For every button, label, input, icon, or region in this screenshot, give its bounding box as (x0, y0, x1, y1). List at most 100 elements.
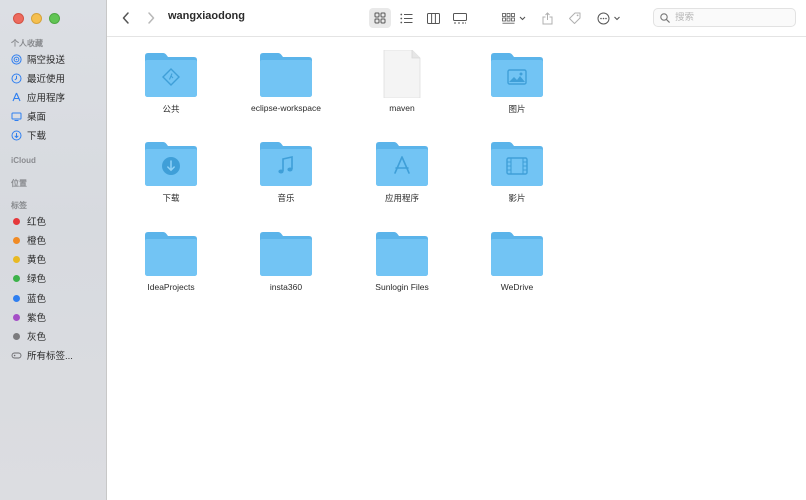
sidebar-tag-green[interactable]: 绿色 (11, 271, 46, 285)
forward-button[interactable] (144, 8, 158, 28)
search-field[interactable] (653, 8, 796, 27)
file-item-pictures[interactable]: 图片 (462, 50, 572, 115)
locations-header[interactable]: 位置 (11, 178, 27, 189)
tags-header[interactable]: 标签 (11, 200, 27, 211)
tag-button[interactable] (566, 8, 584, 28)
back-button[interactable] (119, 8, 133, 28)
file-name: 图片 (508, 104, 526, 114)
search-input[interactable] (675, 12, 785, 23)
sidebar-tag-yellow[interactable]: 黄色 (11, 252, 46, 266)
more-actions-button[interactable] (596, 8, 624, 28)
document-icon (374, 49, 430, 99)
file-name: maven (389, 103, 415, 113)
sidebar-item-label: 橙色 (27, 236, 47, 247)
sidebar-item-label: 隔空投送 (27, 55, 66, 66)
group-button[interactable] (501, 8, 529, 28)
zoom-window-button[interactable] (49, 13, 60, 24)
sidebar-item-airdrop[interactable]: 隔空投送 (11, 52, 65, 66)
folder-applications-icon (374, 139, 430, 187)
orange-tag-dot (13, 236, 20, 244)
file-item-downloads[interactable]: 下载 (116, 139, 226, 204)
sidebar-item-label: 应用程序 (27, 93, 66, 104)
search-icon (660, 12, 670, 23)
folder-icon (258, 50, 314, 98)
file-item-music[interactable]: 音乐 (231, 139, 341, 204)
file-name: WeDrive (500, 282, 534, 292)
sidebar-tag-gray[interactable]: 灰色 (11, 329, 46, 343)
airdrop-icon (11, 53, 22, 65)
share-button[interactable] (539, 8, 555, 28)
blue-tag-dot (13, 294, 20, 302)
sidebar-item-recents[interactable]: 最近使用 (11, 71, 65, 85)
file-item-applications[interactable]: 应用程序 (347, 139, 457, 204)
column-view-button[interactable] (423, 8, 443, 28)
sidebar: 个人收藏 隔空投送 最近使用 应用程序 桌面 下载 iCloud 位置 标签 红… (0, 0, 107, 500)
sidebar-item-label: 蓝色 (27, 294, 47, 305)
green-tag-dot (13, 274, 20, 282)
window-title: wangxiaodong (168, 10, 245, 22)
icon-view-button[interactable] (369, 8, 391, 28)
toolbar: wangxiaodong (107, 0, 806, 37)
file-item-ideaprojects[interactable]: IdeaProjects (116, 229, 226, 292)
folder-pictures-icon (489, 50, 545, 98)
finder-window: 个人收藏 隔空投送 最近使用 应用程序 桌面 下载 iCloud 位置 标签 红… (0, 0, 806, 500)
folder-download-icon (143, 139, 199, 187)
sidebar-item-label: 最近使用 (27, 74, 66, 85)
minimize-window-button[interactable] (31, 13, 42, 24)
sidebar-item-applications[interactable]: 应用程序 (11, 90, 65, 104)
folder-icon (143, 229, 199, 277)
all-tags-icon (11, 350, 22, 361)
folder-movies-icon (489, 139, 545, 187)
file-item-wedrive[interactable]: WeDrive (462, 229, 572, 292)
sidebar-item-label: 桌面 (27, 112, 47, 123)
sidebar-tag-blue[interactable]: 蓝色 (11, 291, 46, 305)
favorites-header: 个人收藏 (11, 39, 43, 48)
window-controls (13, 13, 60, 24)
close-window-button[interactable] (13, 13, 24, 24)
file-item-maven[interactable]: maven (347, 49, 457, 113)
icon-view-icon (374, 12, 386, 24)
sidebar-item-label: 红色 (27, 217, 47, 228)
list-view-button[interactable] (396, 8, 416, 28)
folder-music-icon (258, 139, 314, 187)
file-item-public[interactable]: 公共 (116, 50, 226, 115)
gray-tag-dot (13, 332, 20, 340)
yellow-tag-dot (13, 255, 20, 263)
list-view-icon (399, 13, 412, 23)
chevron-right-icon (148, 12, 155, 24)
icloud-header[interactable]: iCloud (11, 156, 36, 165)
file-name: 应用程序 (384, 193, 419, 203)
file-item-movies[interactable]: 影片 (462, 139, 572, 204)
file-name: 下载 (162, 193, 180, 203)
tag-icon (569, 12, 581, 24)
sidebar-all-tags[interactable]: 所有标签... (11, 348, 73, 362)
sidebar-tag-orange[interactable]: 橙色 (11, 233, 46, 247)
sidebar-item-label: 灰色 (27, 332, 47, 343)
file-item-sunlogin-files[interactable]: Sunlogin Files (347, 229, 457, 292)
sidebar-item-label: 所有标签... (27, 351, 73, 362)
file-item-eclipse-workspace[interactable]: eclipse-workspace (231, 50, 341, 113)
sidebar-item-label: 下载 (27, 131, 47, 142)
folder-icon (258, 229, 314, 277)
sidebar-item-downloads[interactable]: 下载 (11, 128, 46, 142)
download-icon (11, 130, 22, 141)
folder-icon (489, 229, 545, 277)
file-name: 影片 (508, 193, 526, 203)
applications-icon (11, 92, 22, 103)
sidebar-item-label: 黄色 (27, 255, 47, 266)
gallery-view-icon (453, 12, 467, 23)
purple-tag-dot (13, 313, 20, 321)
ellipsis-circle-icon (597, 12, 620, 24)
sidebar-tag-red[interactable]: 红色 (11, 214, 46, 228)
sidebar-tag-purple[interactable]: 紫色 (11, 310, 46, 324)
file-name: 公共 (162, 104, 180, 114)
share-icon (542, 11, 552, 24)
file-item-insta360[interactable]: insta360 (231, 229, 341, 292)
red-tag-dot (13, 217, 20, 225)
file-grid: 公共 eclipse-workspace maven 图片 下载 音乐 应用程序… (107, 37, 806, 500)
sidebar-item-desktop[interactable]: 桌面 (11, 109, 46, 123)
chevron-left-icon (122, 12, 129, 24)
gallery-view-button[interactable] (450, 8, 470, 28)
sidebar-item-label: 绿色 (27, 274, 47, 285)
folder-icon (374, 229, 430, 277)
